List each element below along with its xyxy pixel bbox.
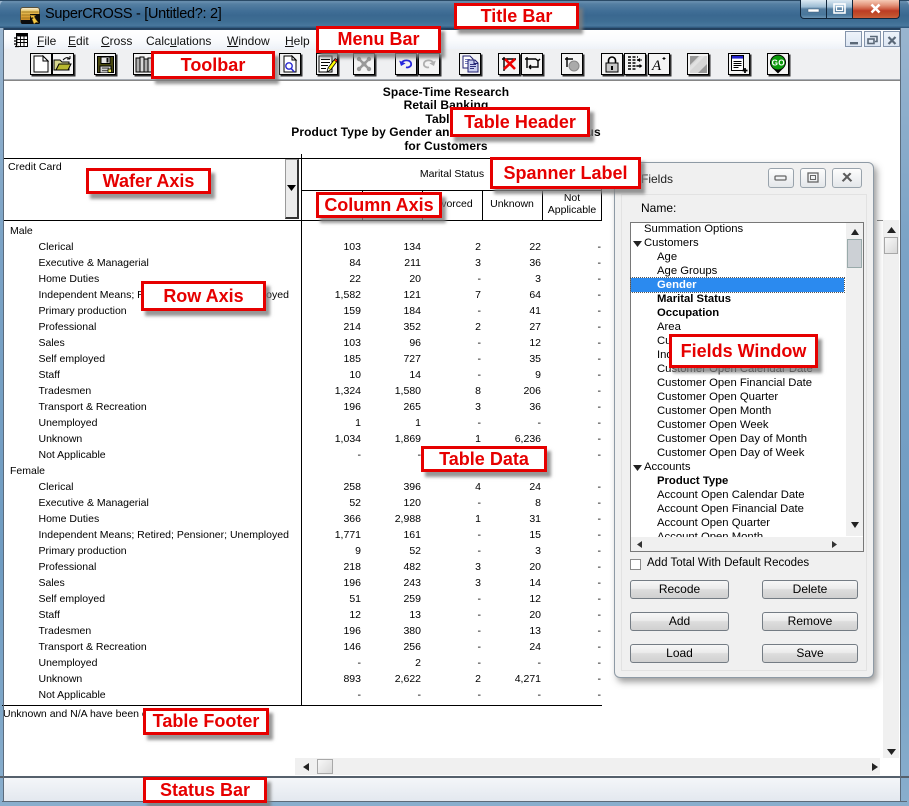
svg-text:GO: GO <box>771 59 785 68</box>
svg-text:A: A <box>651 58 662 72</box>
